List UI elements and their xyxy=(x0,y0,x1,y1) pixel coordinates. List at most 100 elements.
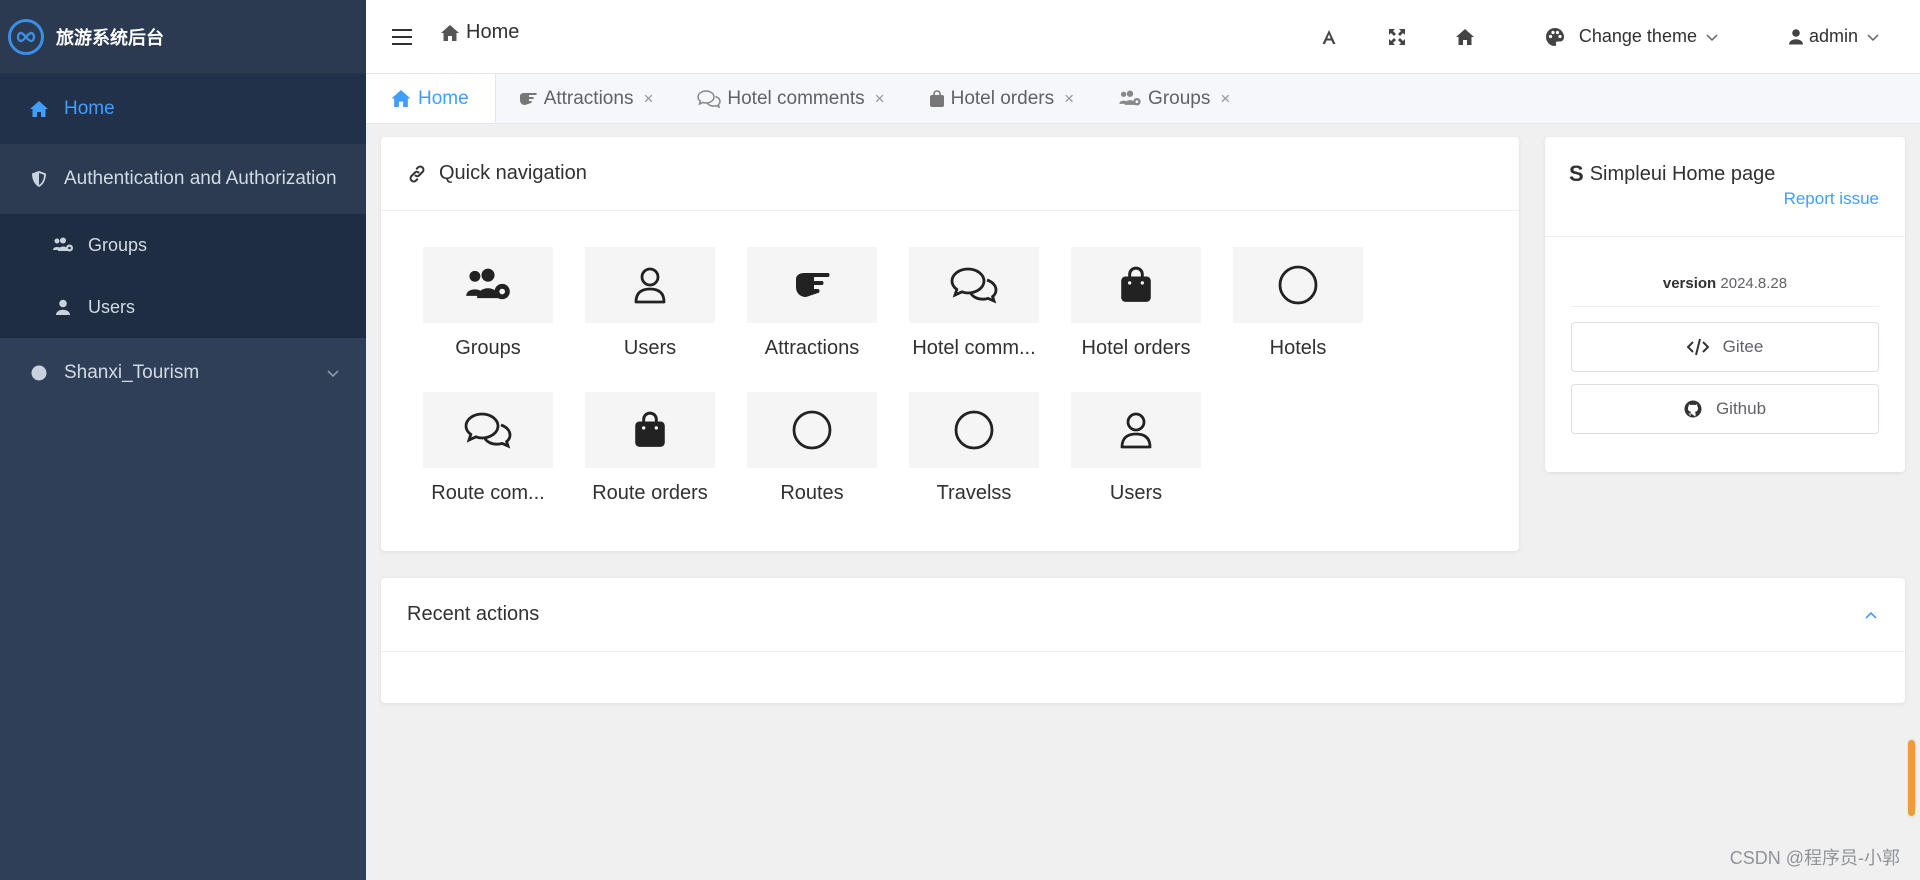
tab-hotel-orders[interactable]: Hotel orders × xyxy=(907,74,1096,123)
quick-nav-routes[interactable]: Routes xyxy=(742,392,882,505)
recent-actions-title: Recent actions xyxy=(407,603,540,625)
quick-nav-label: Routes xyxy=(780,482,844,504)
simpleui-title[interactable]: S Simpleui Home page xyxy=(1569,161,1879,187)
sidebar-item-auth[interactable]: Authentication and Authorization xyxy=(0,144,366,214)
tab-hotel-comments[interactable]: Hotel comments × xyxy=(675,74,906,123)
gitee-button[interactable]: Gitee xyxy=(1571,322,1879,372)
comments-icon xyxy=(697,89,722,108)
home-icon[interactable] xyxy=(1451,23,1479,51)
quick-nav-tile xyxy=(585,392,715,468)
quick-nav-route-comments[interactable]: Route com... xyxy=(418,392,558,505)
palette-icon xyxy=(1545,27,1564,46)
quick-navigation-title: Quick navigation xyxy=(439,162,587,184)
breadcrumb[interactable]: Home xyxy=(440,21,519,44)
quick-nav-label: Hotels xyxy=(1269,337,1327,359)
version-label: version xyxy=(1662,275,1717,292)
tab-groups[interactable]: Groups × xyxy=(1096,74,1252,123)
tab-attractions[interactable]: Attractions × xyxy=(496,74,676,123)
quick-nav-label: Users xyxy=(1109,482,1163,504)
sidebar: 旅游系统后台 Home Authentication and Authoriza… xyxy=(0,0,366,880)
github-label: Github xyxy=(1715,399,1767,418)
sidebar-item-label: Shanxi_Tourism xyxy=(64,362,200,383)
circle-icon xyxy=(792,410,832,450)
circle-icon xyxy=(28,362,50,384)
shopping-bag-icon xyxy=(1121,266,1151,302)
header-actions: Change theme admin xyxy=(1295,0,1920,73)
tab-home[interactable]: Home xyxy=(366,74,496,123)
fullscreen-icon[interactable] xyxy=(1383,23,1411,51)
change-theme-label: Change theme xyxy=(1578,26,1697,46)
quick-nav-travelss[interactable]: Travelss xyxy=(904,392,1044,505)
recent-actions-header[interactable]: Recent actions xyxy=(381,578,1905,652)
watermark: CSDN @程序员-小郭 xyxy=(1729,848,1900,868)
quick-nav-hotels[interactable]: Hotels xyxy=(1228,247,1368,360)
brand[interactable]: 旅游系统后台 xyxy=(0,0,366,74)
quick-nav-tile xyxy=(1071,247,1201,323)
sidebar-item-label: Groups xyxy=(88,234,148,255)
github-icon xyxy=(1684,400,1702,418)
quick-nav-label: Users xyxy=(623,337,677,359)
comments-icon xyxy=(950,267,998,304)
quick-nav-tile xyxy=(423,392,553,468)
tab-bar: Home Attractions × Hotel comments × Hote… xyxy=(366,74,1920,124)
sidebar-item-groups[interactable]: Groups xyxy=(0,214,366,276)
chevron-down-icon xyxy=(1706,33,1718,41)
tab-label: Hotel comments xyxy=(727,87,865,109)
hand-point-icon xyxy=(796,273,830,297)
simpleui-logo-icon: S xyxy=(1569,161,1584,186)
quick-nav-label: Attractions xyxy=(764,337,860,359)
home-icon xyxy=(28,98,50,120)
quick-nav-tile xyxy=(423,247,553,323)
quick-nav-label: Travelss xyxy=(936,482,1012,504)
shopping-bag-icon xyxy=(929,89,945,108)
quick-nav-tile xyxy=(1071,392,1201,468)
scrollbar-thumb[interactable] xyxy=(1908,740,1915,816)
sidebar-item-home[interactable]: Home xyxy=(0,74,366,144)
quick-nav-tile xyxy=(909,392,1039,468)
version-value: 2024.8.28 xyxy=(1720,275,1788,292)
menu-icon[interactable] xyxy=(392,28,412,45)
user-icon xyxy=(634,267,666,304)
close-icon[interactable]: × xyxy=(643,89,653,109)
quick-nav-users-2[interactable]: Users xyxy=(1066,392,1206,505)
users-cog-icon xyxy=(52,234,74,256)
comments-icon xyxy=(464,412,512,449)
close-icon[interactable]: × xyxy=(1220,89,1230,109)
quick-nav-groups[interactable]: Groups xyxy=(418,247,558,360)
tab-label: Attractions xyxy=(543,87,634,109)
infinity-logo-icon xyxy=(8,18,44,55)
quick-nav-tile xyxy=(747,247,877,323)
quick-nav-hotel-orders[interactable]: Hotel orders xyxy=(1066,247,1206,360)
home-icon xyxy=(390,89,412,108)
sidebar-item-users[interactable]: Users xyxy=(0,276,366,338)
chevron-up-icon[interactable] xyxy=(1863,607,1879,623)
github-button[interactable]: Github xyxy=(1571,384,1879,434)
user-menu[interactable]: admin xyxy=(1788,26,1880,47)
breadcrumb-label: Home xyxy=(466,21,520,43)
change-theme-button[interactable]: Change theme xyxy=(1545,26,1719,47)
quick-nav-label: Route orders xyxy=(592,482,708,504)
report-issue-link[interactable]: Report issue xyxy=(1784,189,1879,209)
user-icon xyxy=(1788,29,1803,45)
hand-point-icon xyxy=(518,91,538,107)
tab-label: Hotel orders xyxy=(950,87,1055,109)
auth-submenu: Groups Users xyxy=(0,214,366,338)
quick-nav-route-orders[interactable]: Route orders xyxy=(580,392,720,505)
quick-nav-hotel-comments[interactable]: Hotel comm... xyxy=(904,247,1044,360)
users-cog-icon xyxy=(1118,90,1142,107)
quick-nav-tile xyxy=(1233,247,1363,323)
close-icon[interactable]: × xyxy=(1064,89,1074,109)
tab-label: Home xyxy=(418,87,469,109)
sidebar-item-label: Users xyxy=(88,296,136,317)
gitee-label: Gitee xyxy=(1722,337,1764,356)
sidebar-item-shanxi-tourism[interactable]: Shanxi_Tourism xyxy=(0,338,366,408)
quick-nav-users[interactable]: Users xyxy=(580,247,720,360)
close-icon[interactable]: × xyxy=(875,89,885,109)
font-icon[interactable] xyxy=(1315,23,1343,51)
user-icon xyxy=(52,296,74,318)
brand-title: 旅游系统后台 xyxy=(56,27,164,48)
user-icon xyxy=(1120,412,1152,449)
quick-navigation-card: Quick navigation Groups Users Attraction… xyxy=(381,137,1519,551)
tab-label: Groups xyxy=(1148,87,1211,109)
quick-nav-attractions[interactable]: Attractions xyxy=(742,247,882,360)
